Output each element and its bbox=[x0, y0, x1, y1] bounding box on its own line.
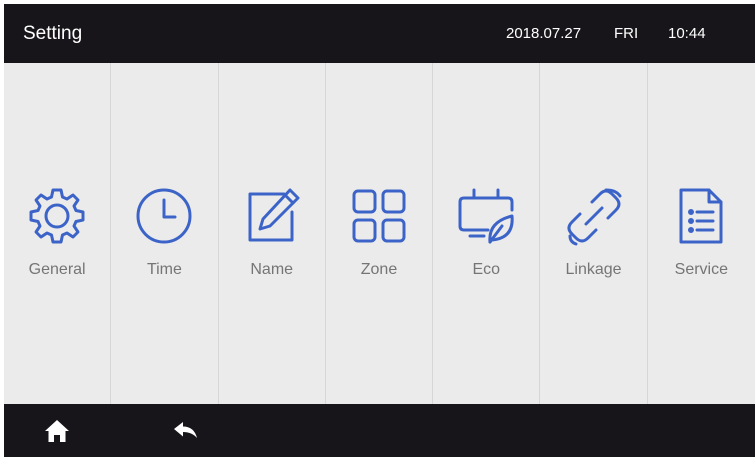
document-list-icon bbox=[669, 184, 733, 248]
clock-icon bbox=[132, 184, 196, 248]
menu-item-label: Eco bbox=[472, 261, 501, 278]
menu-item-name[interactable]: Name bbox=[219, 63, 326, 404]
menu-item-zone[interactable]: Zone bbox=[326, 63, 434, 404]
menu-item-time[interactable]: Time bbox=[111, 63, 219, 404]
gear-icon bbox=[25, 184, 89, 248]
time-display: 10:44 bbox=[668, 25, 706, 42]
home-icon bbox=[45, 420, 69, 442]
menu-item-label: Name bbox=[250, 261, 294, 278]
settings-screen: Setting 2018.07.27 FRI 10:44 General Tim… bbox=[4, 4, 755, 457]
grid-icon bbox=[347, 184, 411, 248]
menu-item-label: Time bbox=[146, 261, 182, 278]
menu-item-label: Zone bbox=[360, 261, 398, 278]
link-icon bbox=[562, 184, 626, 248]
date-display: 2018.07.27 bbox=[506, 25, 582, 42]
edit-icon bbox=[240, 184, 304, 248]
menu-item-general[interactable]: General bbox=[4, 63, 112, 404]
back-button[interactable] bbox=[170, 416, 200, 446]
home-button[interactable] bbox=[42, 416, 72, 446]
eco-leaf-icon bbox=[454, 184, 518, 248]
navigation-bar bbox=[4, 404, 755, 457]
settings-menu: General Time Name Zone Eco Linkage Servi… bbox=[4, 63, 755, 404]
menu-item-label: Linkage bbox=[565, 261, 622, 278]
menu-item-label: Service bbox=[674, 261, 728, 278]
menu-item-linkage[interactable]: Linkage bbox=[540, 63, 648, 404]
weekday-display: FRI bbox=[614, 25, 639, 42]
status-bar: Setting 2018.07.27 FRI 10:44 bbox=[4, 4, 755, 63]
menu-item-label: General bbox=[28, 261, 86, 278]
page-title: Setting bbox=[23, 23, 83, 44]
back-arrow-icon bbox=[174, 422, 197, 438]
menu-item-service[interactable]: Service bbox=[648, 63, 755, 404]
menu-item-eco[interactable]: Eco bbox=[433, 63, 541, 404]
